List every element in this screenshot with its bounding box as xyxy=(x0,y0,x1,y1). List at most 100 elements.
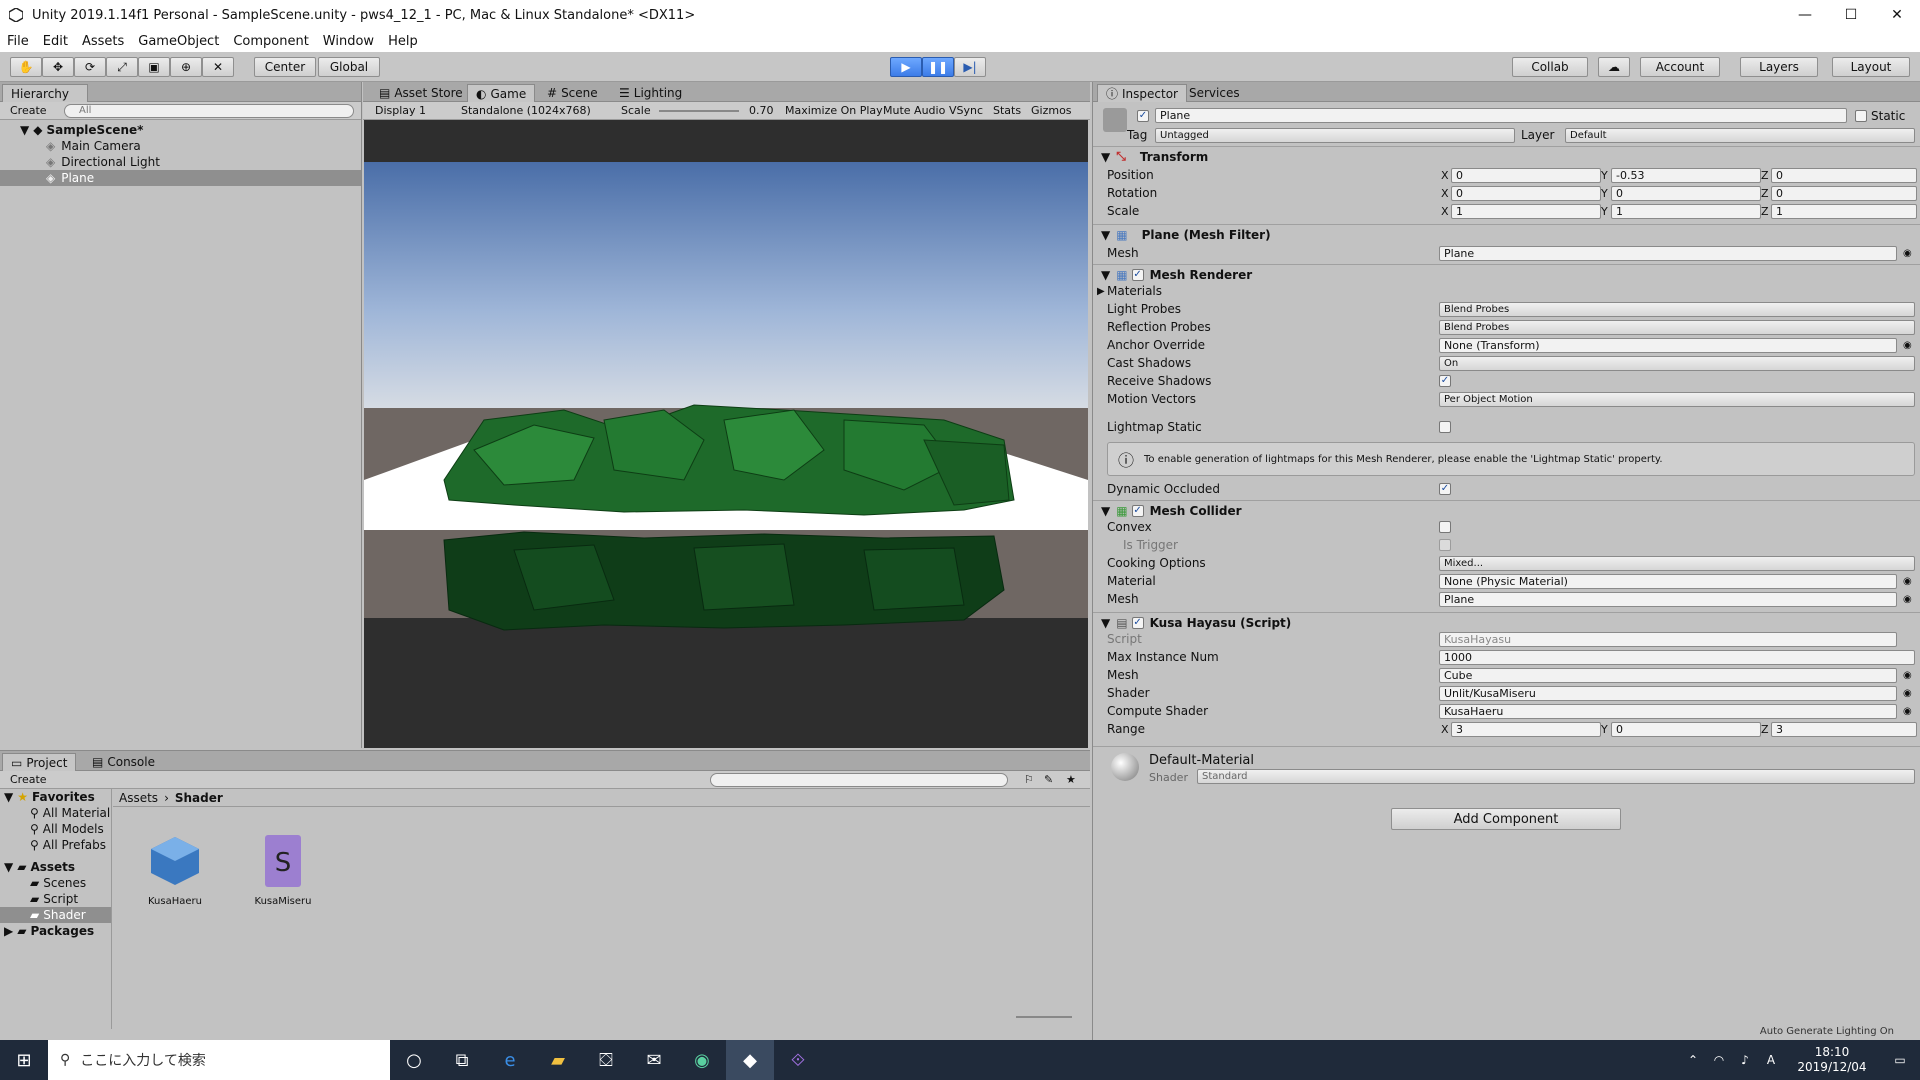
stats-toggle[interactable]: Stats xyxy=(993,104,1021,117)
compute-shader-field[interactable]: KusaHaeru xyxy=(1439,703,1897,719)
hierarchy-item-plane[interactable]: ◈ Plane xyxy=(0,170,361,186)
rotation-x-field[interactable]: 0 xyxy=(1451,185,1601,201)
favorites-folder[interactable]: ▼ ★ Favorites xyxy=(0,789,111,805)
scale-slider[interactable] xyxy=(659,110,739,112)
taskbar-search-box[interactable]: ⚲ ここに入力して検索 xyxy=(48,1040,390,1080)
account-dropdown[interactable]: Account xyxy=(1640,57,1720,77)
gizmos-dropdown[interactable]: Gizmos xyxy=(1031,104,1072,117)
tab-game[interactable]: ◐ Game xyxy=(467,84,536,102)
play-button[interactable]: ▶ xyxy=(890,57,922,77)
unity-taskbar-icon[interactable]: ◆ xyxy=(726,1040,774,1080)
icon-size-slider[interactable] xyxy=(1016,1016,1072,1018)
anchor-override-field[interactable]: None (Transform) xyxy=(1439,337,1897,353)
hierarchy-item-main-camera[interactable]: ◈ Main Camera xyxy=(0,138,361,154)
visual-studio-icon[interactable]: ⟐ xyxy=(774,1040,822,1080)
rect-tool-icon[interactable]: ▣ xyxy=(138,57,170,77)
script-enabled-checkbox[interactable]: ✓ xyxy=(1131,616,1144,629)
object-picker-icon[interactable]: ◉ xyxy=(1903,706,1912,717)
favorite-item[interactable]: ⚲ All Material xyxy=(0,805,111,821)
layer-dropdown[interactable]: Default xyxy=(1565,128,1915,143)
tab-console[interactable]: ▤ Console xyxy=(84,753,163,771)
hierarchy-item-directional-light[interactable]: ◈ Directional Light xyxy=(0,154,361,170)
script-header[interactable]: ▼ ▤ ✓ Kusa Hayasu (Script) xyxy=(1093,612,1920,632)
chevron-up-icon[interactable]: ⌃ xyxy=(1680,1053,1706,1067)
range-y-field[interactable]: 0 xyxy=(1611,721,1761,737)
breadcrumb-shader[interactable]: Shader xyxy=(175,791,223,805)
max-instance-field[interactable]: 1000 xyxy=(1439,649,1915,665)
hierarchy-search-input[interactable]: All xyxy=(64,104,354,118)
favorite-item[interactable]: ⚲ All Prefabs xyxy=(0,837,111,853)
maximize-button[interactable]: ☐ xyxy=(1828,0,1874,30)
cloud-icon[interactable]: ☁ xyxy=(1598,57,1630,77)
windows-start-icon[interactable]: ⊞ xyxy=(0,1040,48,1080)
hand-tool-icon[interactable]: ✋ xyxy=(10,57,42,77)
notification-icon[interactable]: ▭ xyxy=(1880,1053,1920,1067)
mesh-renderer-header[interactable]: ▼ ▦ ✓ Mesh Renderer xyxy=(1093,264,1920,284)
pivot-global-button[interactable]: Global xyxy=(318,57,380,77)
game-viewport[interactable] xyxy=(364,120,1088,748)
tab-scene[interactable]: # Scene xyxy=(539,84,606,102)
tab-inspector[interactable]: ⓘ Inspector xyxy=(1097,84,1187,102)
edge-browser-icon[interactable]: e xyxy=(486,1040,534,1080)
object-picker-icon[interactable]: ◉ xyxy=(1903,688,1912,699)
receive-shadows-checkbox[interactable]: ✓ xyxy=(1439,375,1451,387)
display-dropdown[interactable]: Display 1 xyxy=(375,104,426,117)
cast-shadows-dropdown[interactable]: On xyxy=(1439,355,1915,371)
dynamic-occluded-checkbox[interactable]: ✓ xyxy=(1439,483,1451,495)
task-view-icon[interactable]: ⧉ xyxy=(438,1040,486,1080)
reflection-probes-dropdown[interactable]: Blend Probes xyxy=(1439,319,1915,335)
menu-file[interactable]: File xyxy=(0,34,36,49)
move-tool-icon[interactable]: ✥ xyxy=(42,57,74,77)
scale-tool-icon[interactable]: ⤢ xyxy=(106,57,138,77)
transform-tool-icon[interactable]: ⊕ xyxy=(170,57,202,77)
lightmap-static-checkbox[interactable] xyxy=(1439,421,1451,433)
light-probes-dropdown[interactable]: Blend Probes xyxy=(1439,301,1915,317)
tab-lighting[interactable]: ☰ Lighting xyxy=(611,84,690,102)
cortana-icon[interactable]: ○ xyxy=(390,1040,438,1080)
asset-folder-item-selected[interactable]: ▰ Shader xyxy=(0,907,111,923)
physic-material-field[interactable]: None (Physic Material) xyxy=(1439,573,1897,589)
tab-services[interactable]: Services xyxy=(1181,84,1248,102)
convex-checkbox[interactable] xyxy=(1439,521,1451,533)
mesh-filter-header[interactable]: ▼ ▦ Plane (Mesh Filter) xyxy=(1093,224,1920,244)
object-picker-icon[interactable]: ◉ xyxy=(1903,340,1912,351)
motion-vectors-dropdown[interactable]: Per Object Motion xyxy=(1439,391,1915,407)
minimize-button[interactable]: — xyxy=(1782,0,1828,30)
menu-component[interactable]: Component xyxy=(226,34,315,49)
file-explorer-icon[interactable]: ▰ xyxy=(534,1040,582,1080)
range-z-field[interactable]: 3 xyxy=(1771,721,1917,737)
breadcrumb-assets[interactable]: Assets xyxy=(119,791,158,805)
mesh-collider-enabled-checkbox[interactable]: ✓ xyxy=(1131,504,1144,517)
transform-header[interactable]: ▼ ⤡ Transform xyxy=(1093,146,1920,166)
material-shader-dropdown[interactable]: Standard xyxy=(1197,769,1915,784)
materials-foldout[interactable]: ▶ Materials xyxy=(1093,282,1920,300)
menu-help[interactable]: Help xyxy=(381,34,425,49)
layout-dropdown[interactable]: Layout xyxy=(1832,57,1910,77)
project-create-button[interactable]: Create xyxy=(10,773,47,786)
range-x-field[interactable]: 3 xyxy=(1451,721,1601,737)
vsync-toggle[interactable]: VSync xyxy=(949,104,983,117)
mesh-renderer-enabled-checkbox[interactable]: ✓ xyxy=(1131,268,1144,281)
scale-y-field[interactable]: 1 xyxy=(1611,203,1761,219)
cooking-options-dropdown[interactable]: Mixed... xyxy=(1439,555,1915,571)
scale-z-field[interactable]: 1 xyxy=(1771,203,1917,219)
assets-folder[interactable]: ▼ ▰ Assets xyxy=(0,859,111,875)
position-y-field[interactable]: -0.53 xyxy=(1611,167,1761,183)
asset-folder-item[interactable]: ▰ Scenes xyxy=(0,875,111,891)
tab-project[interactable]: ▭ Project xyxy=(2,753,77,771)
ime-indicator[interactable]: A xyxy=(1758,1053,1784,1067)
rotation-y-field[interactable]: 0 xyxy=(1611,185,1761,201)
volume-icon[interactable]: ♪ xyxy=(1732,1053,1758,1067)
layers-dropdown[interactable]: Layers xyxy=(1740,57,1818,77)
favorite-star-icon[interactable]: ★ xyxy=(1066,773,1076,786)
object-picker-icon[interactable]: ◉ xyxy=(1903,576,1912,587)
favorite-item[interactable]: ⚲ All Models xyxy=(0,821,111,837)
menu-window[interactable]: Window xyxy=(316,34,381,49)
rotation-z-field[interactable]: 0 xyxy=(1771,185,1917,201)
menu-edit[interactable]: Edit xyxy=(36,34,75,49)
filter-label-icon[interactable]: ✎ xyxy=(1044,773,1053,786)
mesh-collider-header[interactable]: ▼ ▦ ✓ Mesh Collider xyxy=(1093,500,1920,520)
rotate-tool-icon[interactable]: ⟳ xyxy=(74,57,106,77)
store-icon[interactable]: ⛋ xyxy=(582,1040,630,1080)
maximize-on-play-toggle[interactable]: Maximize On Play xyxy=(785,104,883,117)
